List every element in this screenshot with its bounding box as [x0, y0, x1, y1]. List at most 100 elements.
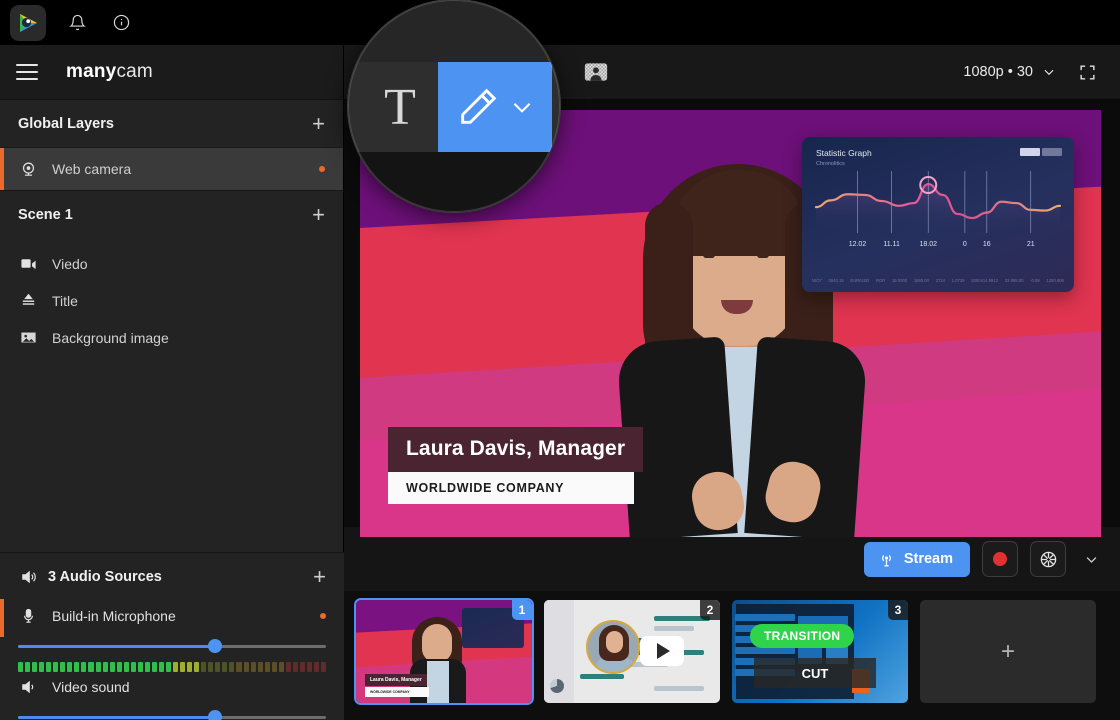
slider-knob[interactable]: [208, 639, 222, 653]
text-title-icon: [18, 293, 38, 308]
chart-footer-labels: NIO70640.19EUR/USDROR19.00001860.0027241…: [812, 278, 1064, 283]
sidebar-item-web-camera[interactable]: Web camera: [0, 148, 343, 190]
info-icon[interactable]: [108, 10, 134, 36]
stream-button[interactable]: Stream: [864, 542, 970, 577]
sidebar-item-label: Web camera: [52, 161, 131, 177]
magnifier-overlay: T: [347, 0, 561, 213]
audio-source-microphone[interactable]: Build-in Microphone: [0, 601, 344, 631]
aperture-icon: [1039, 550, 1058, 569]
record-button[interactable]: [982, 541, 1018, 577]
global-layers-header: Global Layers +: [0, 100, 343, 148]
audio-source-label: Build-in Microphone: [52, 608, 176, 624]
chart-footer-label: ROR: [876, 278, 885, 283]
webcam-icon: [18, 161, 38, 178]
video-camera-icon: [18, 256, 38, 271]
chart-tick-label: 0: [963, 241, 967, 248]
hamburger-icon[interactable]: [16, 64, 38, 80]
chart-tick-label: 18.02: [919, 241, 937, 248]
resolution-label: 1080p • 30: [963, 64, 1033, 80]
cut-label: CUT: [754, 658, 876, 688]
broadcast-icon: [878, 551, 895, 568]
sidebar-item-video[interactable]: Viedo: [0, 245, 343, 282]
chart-footer-label: 1200.806: [1046, 278, 1063, 283]
chevron-down-icon: [1042, 65, 1056, 79]
sidebar-item-label: Background image: [52, 330, 169, 346]
audio-source-label: Video sound: [52, 679, 130, 695]
slider-fill: [18, 716, 215, 719]
sidebar-item-label: Viedo: [52, 256, 88, 272]
scene-number-badge: 2: [700, 600, 720, 620]
sidebar-item-label: Title: [52, 293, 78, 309]
audio-sources-title: 3 Audio Sources: [48, 569, 162, 585]
speaker-icon: [18, 679, 38, 695]
resolution-selector[interactable]: 1080p • 30: [963, 64, 1056, 80]
add-audio-source-button[interactable]: +: [313, 566, 326, 588]
add-global-layer-button[interactable]: +: [312, 113, 325, 135]
chroma-key-icon[interactable]: [568, 45, 624, 100]
fullscreen-icon[interactable]: [1070, 55, 1104, 89]
microphone-icon: [18, 608, 38, 625]
audio-header: 3 Audio Sources +: [0, 553, 344, 601]
audio-source-video-sound[interactable]: Video sound: [0, 672, 344, 702]
status-dot: [320, 613, 326, 619]
more-options-button[interactable]: [1078, 544, 1104, 574]
scene-layer-list: Viedo Title Background i: [0, 239, 343, 356]
chart-tick-label: 11.11: [883, 241, 899, 248]
status-dot: [319, 166, 325, 172]
presenter-company: WORLDWIDE COMPANY: [388, 472, 634, 504]
thumb-lower-third-name: Laura Davis, Manager: [365, 674, 427, 686]
image-icon: [18, 330, 38, 345]
chart-tick-labels: 12.0211.1118.0201621: [802, 241, 1074, 253]
sidebar-item-background-image[interactable]: Background image: [0, 319, 343, 356]
add-scene-button[interactable]: +: [920, 600, 1096, 703]
brand-light: cam: [116, 61, 153, 82]
statistic-graph-widget: Statistic Graph Chronolitics: [802, 137, 1074, 292]
presenter-name: Laura Davis, Manager: [388, 427, 643, 472]
lower-third-title: Laura Davis, Manager WORLDWIDE COMPANY: [388, 427, 643, 504]
system-bar: [0, 0, 1120, 45]
brand-bar: manycam: [0, 45, 343, 100]
chart-tick-label: 16: [983, 241, 991, 248]
manycam-logo-icon[interactable]: [10, 5, 46, 41]
scene-thumb-video[interactable]: 2: [544, 600, 720, 703]
magnified-text-tool-icon: T: [362, 62, 438, 152]
audio-level-meter: [18, 662, 326, 672]
bell-icon[interactable]: [64, 10, 90, 36]
add-scene-layer-button[interactable]: +: [312, 204, 325, 226]
chevron-down-icon: [1084, 552, 1099, 567]
sidebar-item-title[interactable]: Title: [0, 282, 343, 319]
video-sound-volume-slider[interactable]: [18, 710, 326, 720]
pencil-icon: [455, 84, 501, 130]
play-icon[interactable]: [640, 636, 684, 666]
scenes-strip: Laura Davis, Manager WORLDWIDE COMPANY 1: [344, 591, 1120, 720]
microphone-volume-slider[interactable]: [18, 639, 326, 653]
chart-footer-label: 2000414.9912: [971, 278, 998, 283]
speaker-icon: [18, 569, 38, 585]
video-avatar: [586, 620, 640, 674]
chart-footer-label: 1.0739: [952, 278, 965, 283]
manycam-window: manycam Global Layers + Web camera Scene…: [0, 0, 1120, 720]
audio-panel: 3 Audio Sources + Build-in Microphone: [0, 552, 344, 720]
chevron-down-icon[interactable]: [509, 94, 535, 120]
scene-title: Scene 1: [18, 207, 73, 223]
brand-logo-text: manycam: [66, 61, 153, 83]
chart-footer-label: NIO7: [812, 278, 822, 283]
record-dot-icon: [993, 552, 1007, 566]
snapshot-button[interactable]: [1030, 541, 1066, 577]
transition-label: TRANSITION: [750, 624, 854, 648]
scene-header: Scene 1 +: [0, 191, 343, 239]
left-sidebar: manycam Global Layers + Web camera Scene…: [0, 45, 344, 720]
chart-footer-label: 0640.19: [829, 278, 844, 283]
chart-footer-label: EUR/USD: [850, 278, 869, 283]
scene-number-badge: 3: [888, 600, 908, 620]
global-layers-title: Global Layers: [18, 116, 114, 132]
brand-bold: many: [66, 61, 116, 82]
scene-thumb-desktop[interactable]: TRANSITION CUT 3: [732, 600, 908, 703]
chart-footer-label: 19.0000: [892, 278, 907, 283]
scene-thumb-presenter[interactable]: Laura Davis, Manager WORLDWIDE COMPANY 1: [356, 600, 532, 703]
slider-knob[interactable]: [208, 710, 222, 720]
chart-footer-label: 33 988.00: [1005, 278, 1024, 283]
chart-footer-label: 1860.00: [914, 278, 929, 283]
magnified-draw-tool-button[interactable]: [438, 62, 552, 152]
audio-sources-title-group: 3 Audio Sources: [18, 569, 162, 585]
